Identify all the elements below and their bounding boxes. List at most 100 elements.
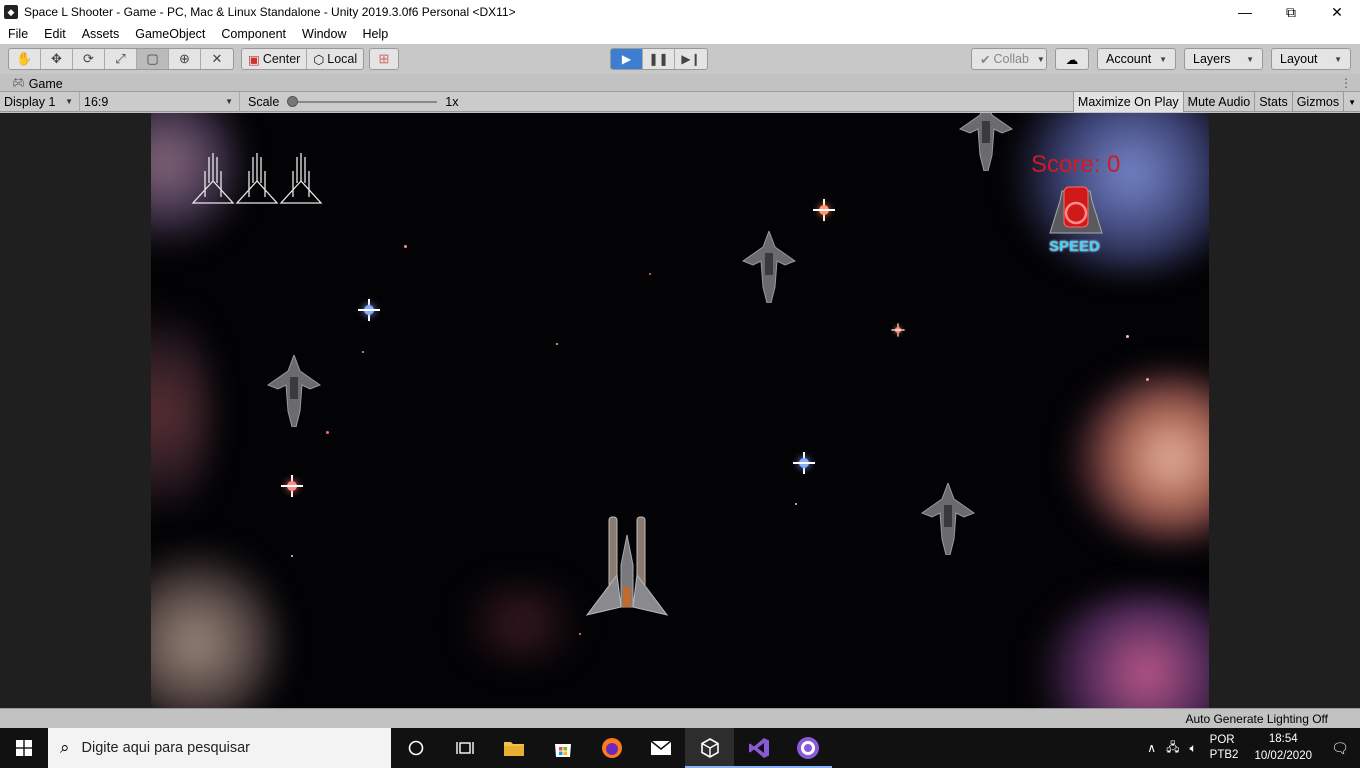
maximize-button[interactable]: ⧉	[1268, 0, 1314, 24]
snap-icon[interactable]: ⊞	[370, 49, 398, 69]
star	[556, 343, 558, 345]
chevron-up-icon[interactable]: ∧	[1147, 741, 1156, 755]
tab-game[interactable]: 🎮︎ Game	[4, 75, 71, 92]
move-tool-icon[interactable]: ✥	[41, 49, 73, 69]
enemy-ship	[266, 355, 322, 427]
chevron-down-icon: ▼	[1348, 97, 1356, 107]
play-controls: ▶ ❚❚ ▶❙	[610, 48, 708, 70]
hand-tool-icon[interactable]: ✋	[9, 49, 41, 69]
gizmos-toggle[interactable]: Gizmos	[1291, 92, 1343, 112]
unity-icon	[700, 738, 719, 758]
cortana-icon	[408, 740, 423, 756]
windows-logo-icon	[16, 740, 32, 756]
window-controls: — ⧉ ✕	[1222, 0, 1360, 24]
score-text: Score: 0	[1031, 151, 1121, 178]
taskbar-unity[interactable]	[685, 728, 734, 768]
display-dropdown[interactable]: Display 1 ▼	[0, 91, 80, 112]
pivot-local-button[interactable]: ⬡ Local	[307, 49, 363, 69]
enemy-ship	[920, 483, 976, 555]
rotate-tool-icon[interactable]: ⟳	[73, 49, 105, 69]
menu-bar: File Edit Assets GameObject Component Wi…	[0, 24, 1360, 44]
account-dropdown[interactable]: Account ▼	[1097, 48, 1176, 70]
star	[404, 245, 407, 248]
scale-slider-handle[interactable]	[287, 95, 299, 107]
enemy-ship	[958, 113, 1014, 171]
nebula-right	[1071, 373, 1209, 543]
snap-group: ⊞	[369, 48, 399, 70]
step-button[interactable]: ▶❙	[675, 49, 707, 69]
cloud-button[interactable]: ☁	[1055, 48, 1089, 70]
scale-control: Scale 1x	[240, 92, 458, 112]
enemy-ship	[741, 231, 797, 303]
status-bar: Auto Generate Lighting Off	[0, 708, 1360, 728]
mute-audio-toggle[interactable]: Mute Audio	[1182, 92, 1255, 112]
nebula-bottom-left	[151, 543, 281, 708]
menu-window[interactable]: Window	[294, 27, 354, 41]
layout-dropdown[interactable]: Layout ▼	[1271, 48, 1351, 70]
rect-tool-icon[interactable]: ▢	[137, 49, 169, 69]
firefox-icon	[601, 738, 622, 758]
game-canvas[interactable]: Score: 0 SPEED	[151, 113, 1209, 708]
scale-label: Scale	[248, 94, 280, 109]
maximize-on-play-toggle[interactable]: Maximize On Play	[1072, 92, 1183, 112]
volume-icon[interactable]: 🔈︎	[1189, 741, 1196, 756]
gamepad-icon: 🎮︎	[12, 78, 25, 89]
star	[1126, 335, 1129, 338]
collab-button[interactable]: ✔ Collab ▼	[971, 48, 1047, 70]
stats-toggle[interactable]: Stats	[1254, 92, 1292, 112]
task-view-button[interactable]	[440, 728, 489, 768]
visual-studio-icon	[748, 738, 769, 758]
scale-slider[interactable]	[287, 95, 438, 107]
taskbar-file-explorer[interactable]	[489, 728, 538, 768]
menu-component[interactable]: Component	[213, 27, 294, 41]
life-ship-icon	[279, 153, 323, 204]
speed-powerup-label: SPEED	[1049, 238, 1100, 255]
taskbar-search-box[interactable]: ⌕ Digite aqui para pesquisar	[48, 728, 391, 768]
minimize-button[interactable]: —	[1222, 0, 1268, 24]
star-sparkle	[281, 475, 303, 497]
game-view-controls: Display 1 ▼ 16:9 ▼ Scale 1x Maximize On …	[0, 91, 1360, 112]
github-desktop-icon	[796, 737, 819, 759]
close-button[interactable]: ✕	[1314, 0, 1360, 24]
window-titlebar: ◆ Space L Shooter - Game - PC, Mac & Lin…	[0, 0, 1360, 24]
star-sparkle	[813, 199, 835, 221]
play-button[interactable]: ▶	[611, 49, 643, 69]
input-language[interactable]: POR PTB2	[1210, 733, 1239, 763]
life-ship-icon	[191, 153, 235, 204]
center-icon: ▣	[248, 52, 260, 67]
store-icon	[554, 744, 571, 757]
windows-start-button[interactable]	[0, 728, 48, 768]
custom-tool-icon[interactable]: ✕	[201, 49, 233, 69]
life-ship-icon	[235, 153, 279, 204]
menu-assets[interactable]: Assets	[74, 27, 128, 41]
menu-help[interactable]: Help	[354, 27, 396, 41]
tab-menu-icon[interactable]: ⋮	[1340, 76, 1352, 90]
network-icon[interactable]: 🖧︎	[1166, 738, 1179, 759]
star	[579, 633, 581, 635]
nebula-bottom-right	[1031, 593, 1209, 708]
menu-gameobject[interactable]: GameObject	[127, 27, 213, 41]
aspect-dropdown[interactable]: 16:9 ▼	[80, 91, 240, 112]
menu-file[interactable]: File	[0, 27, 36, 41]
check-icon: ✔	[980, 52, 991, 67]
taskbar-firefox[interactable]	[587, 728, 636, 768]
taskbar-clock[interactable]: 18:54 10/02/2020	[1254, 731, 1312, 765]
search-icon: ⌕	[60, 738, 70, 757]
star	[795, 503, 797, 505]
pause-button[interactable]: ❚❚	[643, 49, 675, 69]
pivot-center-button[interactable]: ▣ Center	[242, 49, 308, 69]
taskbar-store[interactable]	[538, 728, 587, 768]
scale-tool-icon[interactable]: ⤢	[105, 49, 137, 69]
notification-icon[interactable]: 🗨︎	[1320, 740, 1360, 757]
window-title: Space L Shooter - Game - PC, Mac & Linux…	[24, 5, 516, 19]
taskbar-visual-studio[interactable]	[734, 728, 783, 768]
gizmos-dropdown[interactable]: ▼	[1343, 92, 1360, 112]
lives-display	[191, 153, 323, 204]
cortana-button[interactable]	[391, 728, 440, 768]
layers-dropdown[interactable]: Layers ▼	[1184, 48, 1263, 70]
taskbar-mail[interactable]	[636, 728, 685, 768]
menu-edit[interactable]: Edit	[36, 27, 74, 41]
taskbar-github-desktop[interactable]	[783, 728, 832, 768]
transform-tool-icon[interactable]: ⊕	[169, 49, 201, 69]
chevron-down-icon: ▼	[1159, 54, 1168, 64]
